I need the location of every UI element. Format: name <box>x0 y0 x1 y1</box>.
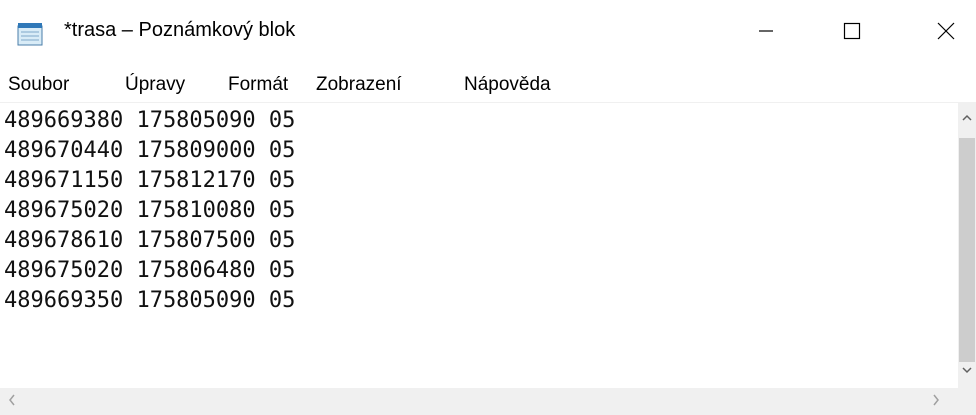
text-line[interactable]: 489675020 175806480 05 <box>4 256 295 286</box>
text-editor[interactable]: 489669380 175805090 05 489670440 1758090… <box>0 102 958 388</box>
menu-item-format[interactable]: Formát <box>228 74 288 96</box>
menu-bar: Soubor Úpravy Formát Zobrazení Nápověda <box>0 66 976 102</box>
text-line[interactable]: 489670440 175809000 05 <box>4 136 295 166</box>
chevron-right-icon <box>932 393 940 411</box>
menu-item-zobrazeni[interactable]: Zobrazení <box>316 74 402 96</box>
notepad-icon <box>16 22 46 46</box>
chevron-down-icon <box>962 361 972 379</box>
minimize-button[interactable] <box>736 0 796 66</box>
text-line[interactable]: 489678610 175807500 05 <box>4 226 295 256</box>
menu-item-napoveda[interactable]: Nápověda <box>464 74 551 96</box>
chevron-up-icon <box>962 109 972 127</box>
close-button[interactable] <box>916 0 976 66</box>
scrollbar-corner <box>958 388 976 415</box>
chevron-left-icon <box>8 393 16 411</box>
text-line[interactable]: 489669380 175805090 05 <box>4 106 295 136</box>
vertical-scroll-thumb[interactable] <box>959 138 975 362</box>
maximize-button[interactable] <box>822 0 882 66</box>
text-line[interactable]: 489675020 175810080 05 <box>4 196 295 226</box>
horizontal-scrollbar[interactable] <box>0 388 958 415</box>
scroll-right-button[interactable] <box>926 391 946 412</box>
scroll-down-button[interactable] <box>958 360 976 380</box>
minimize-icon <box>758 23 774 44</box>
text-line[interactable]: 489671150 175812170 05 <box>4 166 295 196</box>
notepad-window: *trasa – Poznámkový blok Soubor Úpravy F… <box>0 0 976 415</box>
close-icon <box>937 22 955 45</box>
menu-item-upravy[interactable]: Úpravy <box>125 74 185 96</box>
window-title: *trasa – Poznámkový blok <box>64 19 296 41</box>
scroll-up-button[interactable] <box>958 108 976 128</box>
maximize-icon <box>843 22 861 45</box>
title-bar[interactable]: *trasa – Poznámkový blok <box>0 0 976 66</box>
vertical-scrollbar[interactable] <box>958 102 976 388</box>
scroll-left-button[interactable] <box>2 391 22 412</box>
text-line[interactable]: 489669350 175805090 05 <box>4 286 295 316</box>
menu-item-soubor[interactable]: Soubor <box>8 74 69 96</box>
